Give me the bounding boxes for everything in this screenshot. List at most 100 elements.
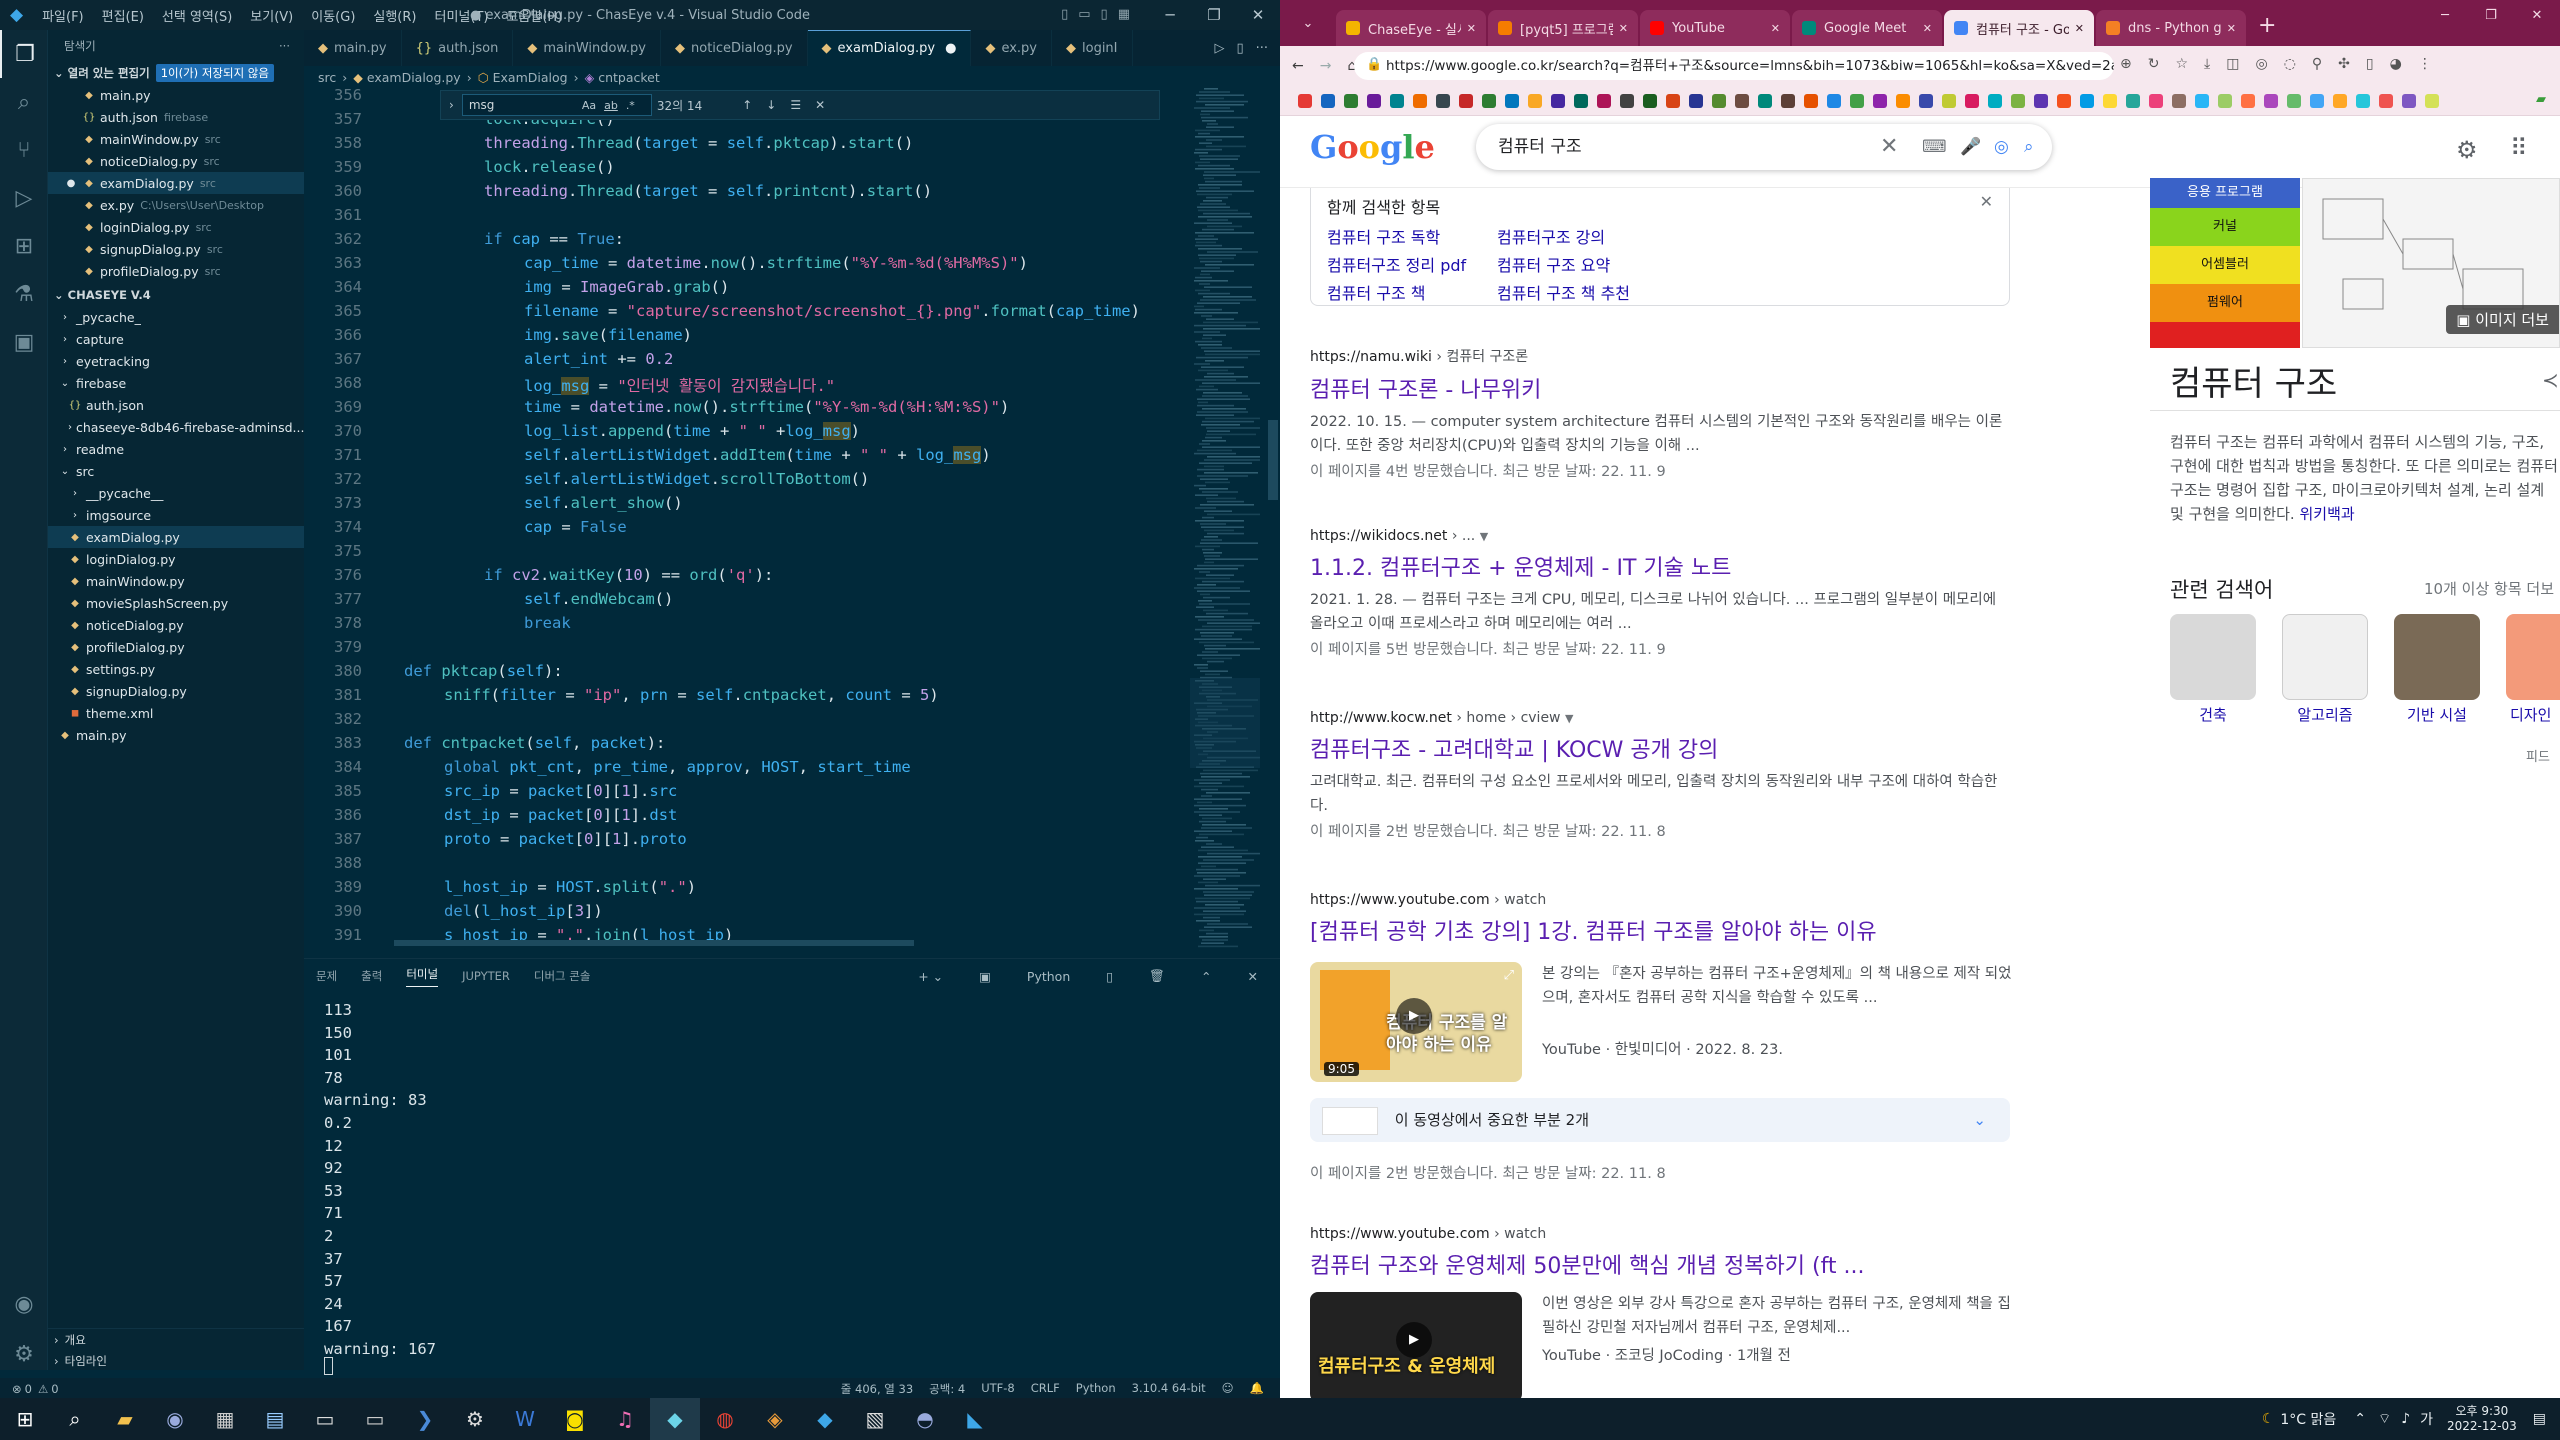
chaseeye-icon[interactable]: ◆ — [650, 1398, 700, 1440]
close-find-icon[interactable]: ✕ — [815, 98, 825, 112]
tree-file[interactable]: ◆ main.py — [48, 724, 304, 746]
related-link[interactable]: 컴퓨터 구조 책 추천 — [1497, 280, 1630, 304]
extension-icon[interactable]: ◎ — [2255, 56, 2267, 72]
bookmark-favicon-icon[interactable] — [1528, 94, 1542, 108]
bookmark-star-icon[interactable]: ☆ — [2175, 56, 2188, 72]
browser-tab[interactable]: [pyqt5] 프로그램창을 ✕ — [1488, 10, 1638, 46]
extension-icon[interactable]: ⚲ — [2312, 56, 2322, 72]
bookmark-favicon-icon[interactable] — [1574, 94, 1588, 108]
weather-text[interactable]: 1°C 맑음 — [2280, 1409, 2336, 1429]
terminal-kind[interactable]: Python — [1027, 969, 1070, 984]
bookmark-favicon-icon[interactable] — [2011, 94, 2025, 108]
tab-examdialog-py[interactable]: ◆ examDialog.py ● — [807, 30, 972, 66]
toggle-panel-icon[interactable]: ▭ — [1078, 7, 1090, 22]
minimize-icon[interactable]: ─ — [1148, 0, 1192, 30]
bookmark-favicon-icon[interactable] — [1436, 94, 1450, 108]
timeline-section[interactable]: › 타임라인 — [48, 1350, 304, 1372]
ime-icon[interactable]: 가 — [2420, 1409, 2433, 1429]
python-interpreter[interactable]: 3.10.4 64-bit — [1132, 1381, 1206, 1397]
tree-folder[interactable]: › capture — [48, 328, 304, 350]
tab-search-icon[interactable]: ⌄ — [1280, 0, 1336, 46]
search-icon[interactable]: ⌕ — [0, 78, 48, 126]
bookmark-favicon-icon[interactable] — [2402, 94, 2416, 108]
result-title[interactable]: 컴퓨터 구조론 - 나무위키 — [1310, 372, 2010, 404]
bookmark-favicon-icon[interactable] — [1988, 94, 2002, 108]
play-icon[interactable]: ▶ — [1396, 1322, 1432, 1358]
keyboard-icon[interactable]: ⌨ — [1922, 124, 1947, 170]
cursor-position[interactable]: 줄 406, 열 33 — [841, 1381, 913, 1397]
related-link[interactable]: 컴퓨터구조 강의 — [1497, 224, 1605, 248]
tree-file[interactable]: ◆ mainWindow.py — [48, 570, 304, 592]
related-item[interactable]: 알고리즘 — [2282, 614, 2368, 725]
tab-problems[interactable]: 문제 — [316, 968, 337, 984]
find-input[interactable]: msg — [461, 94, 652, 116]
related-link[interactable]: 컴퓨터구조 정리 pdf — [1327, 252, 1466, 276]
chrome-icon[interactable]: ◍ — [700, 1398, 750, 1440]
regex-toggle[interactable]: .* — [626, 99, 635, 112]
bookmark-favicon-icon[interactable] — [2080, 94, 2094, 108]
horizontal-scrollbar[interactable] — [394, 940, 914, 946]
bookmark-favicon-icon[interactable] — [2149, 94, 2163, 108]
more-images-button[interactable]: ▣ 이미지 더보 — [2446, 305, 2559, 334]
split-terminal-icon[interactable]: ▯ — [1106, 969, 1113, 984]
bookmark-favicon-icon[interactable] — [1413, 94, 1427, 108]
tab-ex-py[interactable]: ◆ ex.py — [971, 30, 1052, 66]
arrow-up-icon[interactable]: ↑ — [742, 98, 752, 112]
menu-help[interactable]: 도움말(H) — [506, 6, 562, 25]
feedback-link[interactable]: 피드 — [2526, 746, 2550, 765]
result-source[interactable]: http://www.kocw.net — [1310, 710, 1452, 726]
download-icon[interactable]: ⤓ — [2204, 56, 2210, 72]
tree-file[interactable]: {} auth.json — [48, 394, 304, 416]
result-title[interactable]: [컴퓨터 공학 기초 강의] 1강. 컴퓨터 구조를 알아야 하는 이유 — [1310, 914, 2010, 946]
open-editor-item[interactable]: ◆ mainWindow.py src — [48, 128, 304, 150]
bookmark-favicon-icon[interactable] — [2379, 94, 2393, 108]
toggle-sidebar-icon[interactable]: ▯ — [1061, 7, 1068, 22]
bookmark-favicon-icon[interactable] — [1873, 94, 1887, 108]
knowledge-image-layers[interactable]: 응용 프로그램 커널 어셈블러 펌웨어 — [2150, 178, 2300, 348]
trash-icon[interactable]: 🗑 — [1149, 968, 1165, 984]
bookmark-favicon-icon[interactable] — [2126, 94, 2140, 108]
browser-tab[interactable]: YouTube ✕ — [1640, 10, 1790, 46]
bookmark-favicon-icon[interactable] — [1689, 94, 1703, 108]
open-editor-item[interactable]: ◆ noticeDialog.py src — [48, 150, 304, 172]
menu-file[interactable]: 파일(F) — [42, 6, 84, 25]
indentation[interactable]: 공백: 4 — [929, 1381, 965, 1397]
menu-run[interactable]: 실행(R) — [373, 6, 416, 25]
itunes-icon[interactable]: ♫ — [600, 1398, 650, 1440]
bookmark-favicon-icon[interactable] — [1758, 94, 1772, 108]
bookmark-favicon-icon[interactable] — [2218, 94, 2232, 108]
extension-icon[interactable]: ◫ — [2226, 56, 2239, 72]
tab-logindialog-py[interactable]: ◆ loginI — [1052, 30, 1133, 66]
chevron-down-icon[interactable]: ▼ — [1480, 530, 1488, 543]
play-icon[interactable]: ▶ — [1396, 998, 1432, 1034]
menu-go[interactable]: 이동(G) — [311, 6, 355, 25]
notepad-icon[interactable]: ▤ — [250, 1398, 300, 1440]
unsaved-dot-icon[interactable]: ● — [945, 41, 956, 56]
find-in-selection-icon[interactable]: ☰ — [790, 98, 801, 112]
open-editor-item[interactable]: ◆ main.py — [48, 84, 304, 106]
apps-grid-icon[interactable]: ⠿ — [2510, 134, 2528, 162]
bookmark-favicon-icon[interactable] — [2310, 94, 2324, 108]
more-actions-icon[interactable]: ··· — [1256, 41, 1268, 56]
warning-count[interactable]: 0 — [51, 1382, 58, 1396]
bookmark-favicon-icon[interactable] — [1666, 94, 1680, 108]
bookmark-favicon-icon[interactable] — [2333, 94, 2347, 108]
tree-file[interactable]: ◆ signupDialog.py — [48, 680, 304, 702]
bookmark-favicon-icon[interactable] — [1597, 94, 1611, 108]
minimap[interactable] — [1190, 88, 1260, 948]
code-editor[interactable]: 356 357 358 359 360 361 362 363 364 365 366 367 368 3… — [304, 88, 1280, 948]
related-item[interactable]: 디자인 — [2506, 614, 2560, 725]
key-moments[interactable]: 이 동영상에서 중요한 부분 2개 ⌄ — [1310, 1098, 2010, 1142]
menu-view[interactable]: 보기(V) — [250, 6, 293, 25]
share-icon[interactable]: ≺ — [2542, 368, 2559, 392]
word-icon[interactable]: W — [500, 1398, 550, 1440]
tree-folder[interactable]: › eyetracking — [48, 350, 304, 372]
bookmark-favicon-icon[interactable] — [2103, 94, 2117, 108]
restore-icon[interactable]: ❐ — [1192, 0, 1236, 30]
bookmark-favicon-icon[interactable] — [1505, 94, 1519, 108]
breadcrumb-item[interactable]: src — [318, 70, 336, 85]
bookmark-favicon-icon[interactable] — [1367, 94, 1381, 108]
breadcrumb-item[interactable]: ExamDialog — [493, 70, 568, 85]
browser-tab[interactable]: Google Meet ✕ — [1792, 10, 1942, 46]
bookmark-favicon-icon[interactable] — [1298, 94, 1312, 108]
